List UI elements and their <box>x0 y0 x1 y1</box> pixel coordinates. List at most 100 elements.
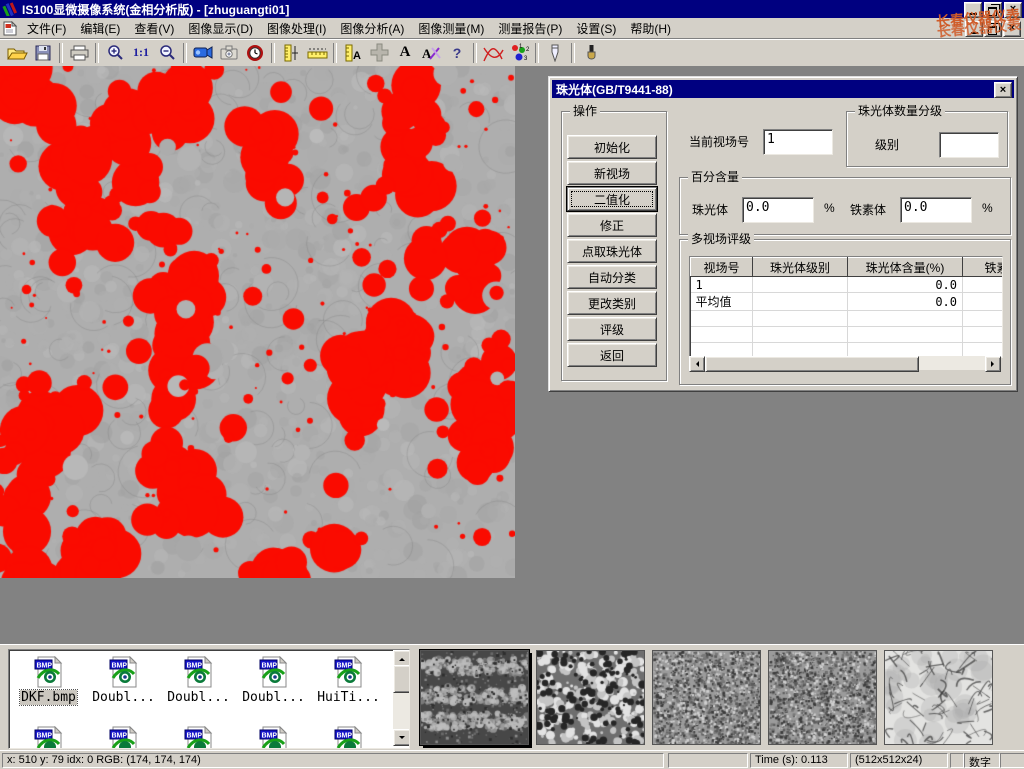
dialog-close-icon[interactable]: × <box>994 82 1012 98</box>
table-row[interactable] <box>691 311 1004 327</box>
file-item[interactable]: BMP <box>311 726 386 749</box>
scrollbar-thumb[interactable] <box>705 356 919 372</box>
file-item[interactable]: BMP Doubl... <box>161 656 236 705</box>
percent-group: 百分含量 珠光体 0.0 % 铁素体 0.0 % <box>679 177 1011 235</box>
move-cross-icon[interactable] <box>366 41 392 65</box>
rating-table[interactable]: 视场号 珠光体级别 珠光体含量(%) 铁素体 1 0.0 平均值 <box>689 256 1003 358</box>
mdi-restore-button[interactable] <box>984 21 1002 37</box>
file-name[interactable]: Doubl... <box>166 690 231 705</box>
timer-clock-icon[interactable] <box>242 41 268 65</box>
file-item[interactable]: BMP <box>11 726 86 749</box>
table-row[interactable]: 1 0.0 <box>691 277 1004 293</box>
ferrite-percent-input[interactable]: 0.0 <box>900 197 972 223</box>
cell-pearlite: 0.0 <box>848 293 963 311</box>
menu-item[interactable]: 测量报告(P) <box>491 18 569 39</box>
file-name[interactable]: Doubl... <box>241 690 306 705</box>
menu-item[interactable]: 图像测量(M) <box>411 18 491 39</box>
thumbnail-banded-structure[interactable] <box>420 650 529 745</box>
file-list-scrollbar[interactable] <box>393 650 409 746</box>
file-item[interactable]: BMP DKF.bmp <box>11 656 86 705</box>
thumbnail-fine-speckle-b[interactable] <box>768 650 877 745</box>
camera-icon[interactable] <box>216 41 242 65</box>
operation-button[interactable]: 二值化 <box>567 187 657 211</box>
menu-item[interactable]: 图像处理(I) <box>260 18 333 39</box>
video-capture-icon[interactable] <box>190 41 216 65</box>
file-item[interactable]: BMP <box>161 726 236 749</box>
close-button[interactable]: × <box>1004 2 1022 18</box>
menu-item[interactable]: 图像显示(D) <box>181 18 260 39</box>
restore-button[interactable] <box>984 2 1002 18</box>
scrollbar-thumb[interactable] <box>393 665 410 693</box>
table-h-scrollbar[interactable] <box>689 356 1001 370</box>
operation-button[interactable]: 新视场 <box>567 161 657 185</box>
help-icon[interactable]: ? <box>444 41 470 65</box>
scroll-down-icon[interactable] <box>393 729 410 746</box>
menu-item[interactable]: 文件(F) <box>20 18 73 39</box>
file-item[interactable]: BMP <box>86 726 161 749</box>
file-name[interactable]: Doubl... <box>91 690 156 705</box>
zoom-out-icon[interactable] <box>154 41 180 65</box>
operation-button[interactable]: 点取珠光体 <box>567 239 657 263</box>
document-icon[interactable] <box>0 16 20 40</box>
menu-item[interactable]: 帮助(H) <box>623 18 678 39</box>
mdi-close-button[interactable]: × <box>1003 21 1021 37</box>
dialog-title-bar[interactable]: 珠光体(GB/T9441-88) × <box>552 80 1014 98</box>
file-item[interactable]: BMP <box>236 726 311 749</box>
toolbar-separator <box>571 43 575 63</box>
phase-marker-dots-icon[interactable]: 12 3 <box>506 41 532 65</box>
text-style-icon[interactable]: A <box>418 41 444 65</box>
open-file-icon[interactable] <box>4 41 30 65</box>
save-icon[interactable] <box>30 41 56 65</box>
menu-item[interactable]: 查看(V) <box>127 18 181 39</box>
curve-measure-icon[interactable] <box>480 41 506 65</box>
thumbnail-graphite-flakes[interactable] <box>884 650 993 745</box>
mdi-minimize-button[interactable] <box>965 21 983 37</box>
brush-tool-icon[interactable] <box>578 41 604 65</box>
print-icon[interactable] <box>66 41 92 65</box>
zoom-in-icon[interactable] <box>102 41 128 65</box>
pearlite-percent-input[interactable]: 0.0 <box>742 197 814 223</box>
bmp-file-icon: BMP <box>109 656 139 688</box>
horizontal-ruler-icon[interactable] <box>304 41 330 65</box>
table-row[interactable] <box>691 327 1004 343</box>
cell-grade <box>753 327 848 343</box>
operation-button[interactable]: 初始化 <box>567 135 657 159</box>
grade-level-input[interactable] <box>939 132 999 158</box>
calibration-ruler-icon[interactable]: A <box>340 41 366 65</box>
file-list[interactable]: BMP DKF.bmp BMP <box>8 649 410 749</box>
minimize-button[interactable] <box>964 2 982 18</box>
mdi-child-buttons: × <box>965 21 1021 37</box>
file-name[interactable]: HuiTi... <box>316 690 381 705</box>
current-view-input[interactable]: 1 <box>763 129 833 155</box>
status-empty-panel <box>1000 753 1024 768</box>
operation-button[interactable]: 更改类别 <box>567 291 657 315</box>
vertical-ruler-icon[interactable] <box>278 41 304 65</box>
scroll-right-icon[interactable] <box>985 356 1001 372</box>
toolbar-separator <box>473 43 477 63</box>
text-label-icon[interactable]: A <box>392 41 418 65</box>
menu-item[interactable]: 图像分析(A) <box>333 18 411 39</box>
pin-tool-icon[interactable] <box>542 41 568 65</box>
file-item[interactable]: BMP Doubl... <box>86 656 161 705</box>
actual-size-icon[interactable]: 1:1 <box>128 41 154 65</box>
file-item[interactable]: BMP HuiTi... <box>311 656 386 705</box>
menu-item[interactable]: 编辑(E) <box>73 18 127 39</box>
table-row[interactable]: 平均值 0.0 <box>691 293 1004 311</box>
col-header-ferrite[interactable]: 铁素体 <box>963 258 1004 277</box>
operation-button[interactable]: 自动分类 <box>567 265 657 289</box>
operation-button[interactable]: 返回 <box>567 343 657 367</box>
thumbnail-coarse-phase[interactable] <box>536 650 645 745</box>
file-name[interactable]: DKF.bmp <box>20 690 77 705</box>
current-view-label: 当前视场号 <box>689 133 749 150</box>
thumbnail-fine-speckle-a[interactable] <box>652 650 761 745</box>
file-item[interactable]: BMP Doubl... <box>236 656 311 705</box>
menu-item[interactable]: 设置(S) <box>569 18 623 39</box>
micrograph-image[interactable] <box>0 66 515 578</box>
col-header-pearlite[interactable]: 珠光体含量(%) <box>848 258 963 277</box>
application-window: IS100显微摄像系统(金相分析版) - [zhuguangti01] × 长春… <box>0 0 1024 768</box>
col-header-grade[interactable]: 珠光体级别 <box>753 258 848 277</box>
operation-button[interactable]: 修正 <box>567 213 657 237</box>
operation-button[interactable]: 评级 <box>567 317 657 341</box>
col-header-view[interactable]: 视场号 <box>691 258 753 277</box>
scroll-left-icon[interactable] <box>689 356 705 372</box>
